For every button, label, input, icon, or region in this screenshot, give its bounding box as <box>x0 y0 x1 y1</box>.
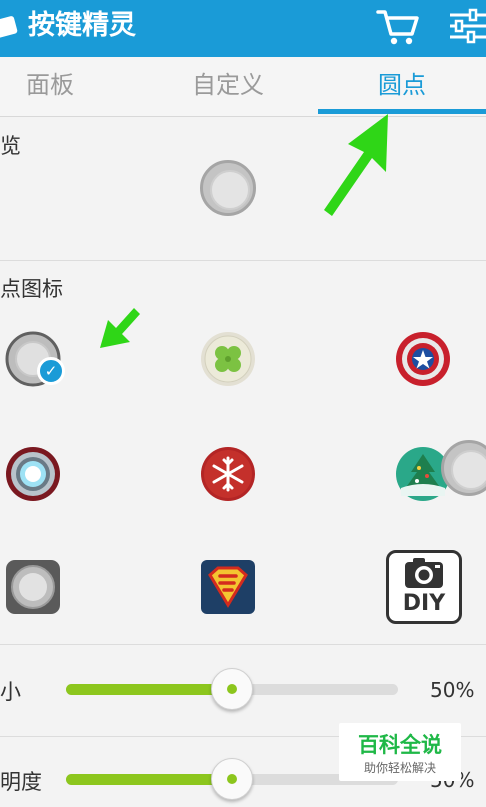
icon-section-label: 点图标 <box>0 277 63 301</box>
size-slider-fill <box>66 684 232 695</box>
size-slider-thumb[interactable] <box>211 668 253 710</box>
divider <box>0 260 486 261</box>
icon-option-clover[interactable] <box>200 331 256 387</box>
icon-option-default-dot[interactable]: ✓ <box>5 331 65 387</box>
size-slider-value: 50% <box>430 678 475 702</box>
app-bar: 按键精灵 <box>0 0 486 57</box>
app-title: 按键精灵 <box>28 10 136 41</box>
icon-option-captain-america-shield[interactable] <box>395 331 451 387</box>
settings-sliders-icon[interactable] <box>446 6 486 46</box>
opacity-slider-fill <box>66 774 232 785</box>
tab-panel[interactable]: 面板 <box>0 57 130 115</box>
diy-label: DIY <box>402 591 446 616</box>
watermark-logo: 百科全说 助你轻松解决 <box>339 723 461 781</box>
divider <box>0 644 486 645</box>
cart-icon[interactable] <box>376 6 420 46</box>
icon-option-square-dot[interactable] <box>5 559 61 615</box>
selected-check-icon: ✓ <box>37 357 65 385</box>
icon-option-iron-man-reactor[interactable] <box>5 446 61 502</box>
preview-dot <box>200 160 256 216</box>
icon-option-camera-diy[interactable]: DIY <box>386 550 462 624</box>
watermark-subtitle: 助你轻松解决 <box>363 761 436 775</box>
icon-option-superman[interactable] <box>200 559 256 615</box>
opacity-slider-thumb[interactable] <box>211 758 253 800</box>
watermark-title: 百科全说 <box>358 733 442 757</box>
app-logo-icon <box>0 15 18 39</box>
icon-option-snowflake[interactable] <box>200 446 256 502</box>
opacity-slider-label: 明度 <box>0 770 42 794</box>
annotation-arrow-icon <box>100 308 140 348</box>
tab-custom[interactable]: 自定义 <box>146 57 310 115</box>
annotation-arrow-icon <box>324 114 388 216</box>
size-slider-label: 小 <box>0 680 21 704</box>
tab-dot[interactable]: 圆点 <box>318 57 486 115</box>
preview-section-label: 览 <box>0 134 21 158</box>
tab-bar: 面板 自定义 圆点 <box>0 57 486 117</box>
